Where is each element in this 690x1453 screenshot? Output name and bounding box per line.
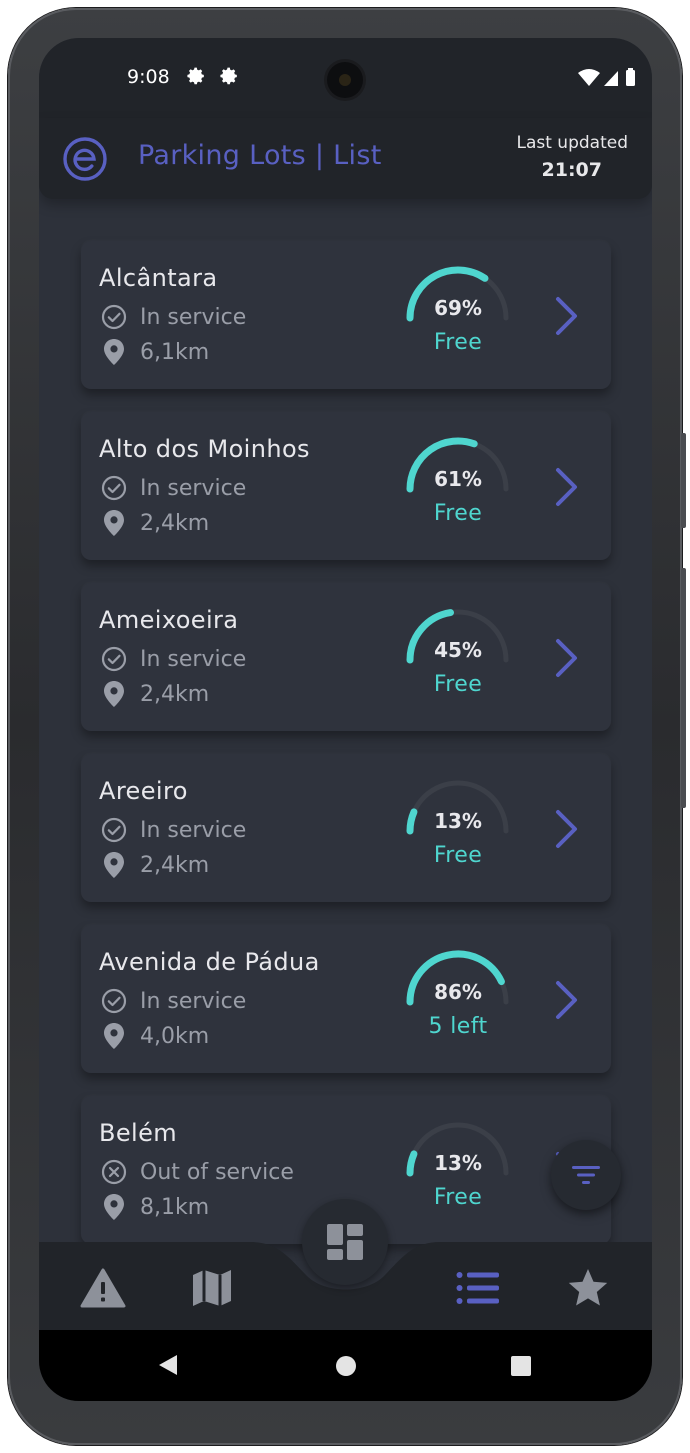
screen: 9:08 Parking Lots | List Last updated 21… <box>39 38 652 1401</box>
gear-icon <box>187 67 204 85</box>
status-row: In service <box>101 474 246 502</box>
app-header: Parking Lots | List Last updated 21:07 <box>39 118 652 199</box>
front-camera <box>327 62 363 98</box>
lot-name: Alto dos Moinhos <box>99 435 310 463</box>
parking-lot-card[interactable]: Areeiro In service 2,4km 13% Free <box>81 754 611 902</box>
last-updated-label: Last updated <box>516 133 628 153</box>
check-circle-icon <box>101 988 127 1014</box>
check-circle-icon <box>101 304 127 330</box>
power-button <box>681 568 686 808</box>
signal-icon <box>604 71 618 86</box>
location-pin-icon <box>104 339 124 365</box>
status-bar: 9:08 <box>39 38 652 118</box>
lot-name: Avenida de Pádua <box>99 948 320 976</box>
recents-icon[interactable] <box>511 1356 531 1376</box>
distance-row: 2,4km <box>103 509 209 537</box>
parking-lot-card[interactable]: Avenida de Pádua In service 4,0km 86% 5 … <box>81 925 611 1073</box>
availability-label: Free <box>433 501 483 526</box>
location-pin-icon <box>104 681 124 707</box>
app-logo-e-icon[interactable] <box>61 135 109 183</box>
nav-map[interactable] <box>188 1266 236 1310</box>
lot-distance: 2,4km <box>140 852 210 878</box>
last-updated-time: 21:07 <box>541 159 602 181</box>
occupancy-percent: 13% <box>434 809 482 833</box>
location-pin-icon <box>104 852 124 878</box>
lot-distance: 8,1km <box>140 1194 210 1220</box>
back-icon[interactable] <box>157 1354 179 1376</box>
gear-icon <box>220 67 237 85</box>
status-row: In service <box>101 816 246 844</box>
system-navigation-bar <box>39 1330 652 1401</box>
lot-distance: 4,0km <box>140 1023 210 1049</box>
lot-name: Areeiro <box>99 777 188 805</box>
check-circle-icon <box>101 817 127 843</box>
status-row: Out of service <box>101 1158 294 1186</box>
chevron-right-icon[interactable] <box>553 294 581 338</box>
filter-button[interactable] <box>551 1140 621 1210</box>
chevron-right-icon[interactable] <box>553 978 581 1022</box>
status-row: In service <box>101 303 246 331</box>
occupancy-percent: 61% <box>434 467 482 491</box>
check-circle-icon <box>101 475 127 501</box>
battery-icon <box>626 70 635 86</box>
distance-row: 8,1km <box>103 1193 209 1221</box>
occupancy-percent: 45% <box>434 638 482 662</box>
lot-status: In service <box>140 475 247 501</box>
distance-row: 4,0km <box>103 1022 209 1050</box>
home-icon[interactable] <box>336 1356 356 1376</box>
lot-status: In service <box>140 988 247 1014</box>
occupancy-percent: 69% <box>434 296 482 320</box>
filter-icon <box>572 1166 600 1184</box>
status-row: In service <box>101 987 246 1015</box>
distance-row: 6,1km <box>103 338 209 366</box>
volume-button <box>681 433 686 528</box>
nav-favorites[interactable] <box>564 1266 612 1310</box>
chevron-right-icon[interactable] <box>553 807 581 851</box>
occupancy-percent: 13% <box>434 1151 482 1175</box>
warning-icon <box>80 1268 126 1308</box>
availability-label: Free <box>433 1185 483 1210</box>
availability-label: Free <box>433 672 483 697</box>
distance-row: 2,4km <box>103 851 209 879</box>
system-status-icons <box>578 68 635 86</box>
lot-name: Belém <box>99 1119 178 1147</box>
lot-distance: 2,4km <box>140 510 210 536</box>
chevron-right-icon[interactable] <box>553 465 581 509</box>
parking-lot-card[interactable]: Alto dos Moinhos In service 2,4km 61% Fr… <box>81 412 611 560</box>
parking-lot-card[interactable]: Ameixoeira In service 2,4km 45% Free <box>81 583 611 731</box>
check-circle-icon <box>101 646 127 672</box>
map-icon <box>193 1270 231 1306</box>
availability-label: Free <box>433 843 483 868</box>
lot-status: Out of service <box>140 1159 294 1185</box>
list-icon <box>456 1272 499 1304</box>
location-pin-icon <box>104 1194 124 1220</box>
nav-alerts[interactable] <box>79 1266 127 1310</box>
parking-lot-card[interactable]: Alcântara In service 6,1km 69% Free <box>81 241 611 389</box>
dashboard-icon <box>327 1224 363 1260</box>
availability-label: Free <box>433 330 483 355</box>
status-row: In service <box>101 645 246 673</box>
location-pin-icon <box>104 1023 124 1049</box>
lot-distance: 6,1km <box>140 339 210 365</box>
star-icon <box>568 1269 608 1306</box>
chevron-right-icon[interactable] <box>553 636 581 680</box>
nav-list[interactable] <box>454 1266 502 1310</box>
status-time: 9:08 <box>127 66 170 88</box>
lot-name: Alcântara <box>99 264 218 292</box>
x-circle-icon <box>101 1159 127 1185</box>
availability-label: 5 left <box>428 1014 488 1039</box>
lot-name: Ameixoeira <box>99 606 239 634</box>
distance-row: 2,4km <box>103 680 209 708</box>
nav-dashboard[interactable] <box>302 1199 388 1285</box>
page-title: Parking Lots | List <box>138 140 382 171</box>
lot-status: In service <box>140 304 247 330</box>
lot-status: In service <box>140 817 247 843</box>
occupancy-percent: 86% <box>434 980 482 1004</box>
lot-distance: 2,4km <box>140 681 210 707</box>
wifi-icon <box>578 69 600 86</box>
lot-status: In service <box>140 646 247 672</box>
location-pin-icon <box>104 510 124 536</box>
